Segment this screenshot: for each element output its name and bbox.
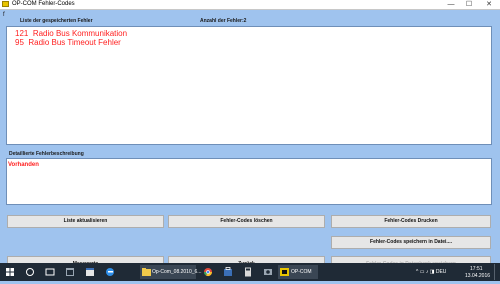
minimize-button[interactable]: —: [444, 0, 458, 9]
save-to-file-button[interactable]: Fehler-Codes speichern in Datei....: [331, 236, 491, 249]
print-codes-button[interactable]: Fehler-Codes Drucken: [331, 215, 491, 228]
chrome-icon[interactable]: [202, 265, 214, 279]
windows-start-icon[interactable]: [4, 265, 16, 279]
list-item[interactable]: 121 Radio Bus Kommunikation: [15, 29, 127, 38]
fault-code: 95: [15, 38, 24, 47]
system-tray-icons[interactable]: ^ ▭ ♪ ◨ DEU: [416, 269, 446, 275]
clock-time[interactable]: 17:51: [470, 266, 483, 272]
description-box[interactable]: [6, 158, 492, 205]
description-label: Detaillierte Fehlerbeschreibung: [9, 151, 84, 157]
window-title: OP-COM Fehler-Codes: [12, 1, 75, 7]
title-bar: OP-COM Fehler-Codes — ☐ ✕: [0, 0, 500, 10]
fault-text: Radio Bus Kommunikation: [32, 29, 128, 38]
calendar-icon[interactable]: [84, 265, 96, 279]
fault-code: 121: [15, 29, 29, 38]
show-desktop-button[interactable]: [494, 264, 500, 280]
description-text: Vorhanden: [8, 162, 39, 168]
clock-date[interactable]: 13.04.2016: [465, 273, 490, 279]
file-explorer-task[interactable]: Op-Com_08.2010_6...: [140, 265, 201, 279]
maximize-button[interactable]: ☐: [462, 0, 476, 9]
corner-mark: f: [3, 12, 5, 18]
taskbar: Op-Com_08.2010_6... OP-COM ^ ▭ ♪ ◨ DEU 1…: [0, 263, 500, 281]
fault-text: Radio Bus Timeout Fehler: [28, 38, 121, 47]
fault-count-label: Anzahl der Fehler:2: [200, 18, 247, 24]
taskbar-app-icon[interactable]: [64, 265, 76, 279]
edge-icon[interactable]: [104, 265, 116, 279]
store-icon[interactable]: [222, 265, 234, 279]
fault-list[interactable]: 121 Radio Bus Kommunikation 95 Radio Bus…: [6, 26, 492, 145]
taskbar-label: OP-COM: [291, 269, 312, 275]
refresh-list-button[interactable]: Liste aktualisieren: [7, 215, 164, 228]
opcom-task[interactable]: OP-COM: [278, 265, 318, 279]
close-button[interactable]: ✕: [482, 0, 496, 9]
list-item[interactable]: 95 Radio Bus Timeout Fehler: [15, 38, 121, 47]
task-view-icon[interactable]: [44, 265, 56, 279]
camera-icon[interactable]: [262, 265, 274, 279]
clear-codes-button[interactable]: Fehler-Codes löschen: [168, 215, 325, 228]
cortana-icon[interactable]: [24, 265, 36, 279]
app-icon: [2, 1, 9, 7]
fault-list-label: Liste der gespeicherten Fehler: [20, 18, 93, 24]
calculator-icon[interactable]: [242, 265, 254, 279]
taskbar-label: Op-Com_08.2010_6...: [152, 269, 202, 275]
